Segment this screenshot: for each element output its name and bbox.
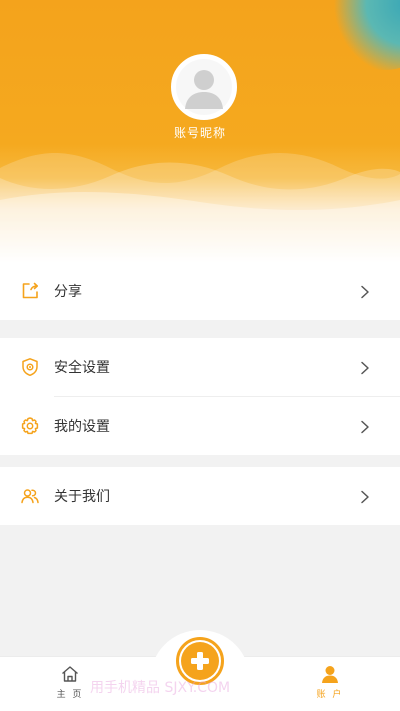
chevron-right-icon bbox=[358, 360, 372, 375]
people-icon bbox=[20, 486, 40, 506]
gear-icon bbox=[20, 416, 40, 436]
chevron-right-icon bbox=[358, 489, 372, 504]
chevron-right-icon bbox=[358, 419, 372, 434]
share-icon bbox=[20, 281, 40, 301]
tab-account-label: 账 户 bbox=[316, 690, 344, 700]
menu-item-label: 安全设置 bbox=[54, 360, 110, 376]
menu-item-label: 分享 bbox=[54, 284, 82, 300]
plus-icon bbox=[191, 652, 209, 670]
menu-group-about: 关于我们 bbox=[0, 467, 400, 525]
tab-account[interactable]: 账 户 bbox=[300, 663, 360, 700]
menu-item-security-settings[interactable]: 安全设置 bbox=[0, 338, 400, 396]
menu-group-settings: 安全设置 我的设置 bbox=[0, 338, 400, 455]
menu-item-about-us[interactable]: 关于我们 bbox=[0, 467, 400, 525]
menu-group-share: 分享 bbox=[0, 262, 400, 320]
shield-icon bbox=[20, 357, 40, 377]
menu-item-share[interactable]: 分享 bbox=[0, 262, 400, 320]
decorative-blob bbox=[330, 0, 400, 70]
menu-item-label: 我的设置 bbox=[54, 419, 110, 435]
chevron-right-icon bbox=[358, 284, 372, 299]
avatar[interactable] bbox=[171, 54, 237, 120]
watermark-text: 用手机精品 SJXY.COM bbox=[90, 680, 231, 696]
menu-item-my-settings[interactable]: 我的设置 bbox=[0, 397, 400, 455]
nickname-text[interactable]: 账号昵称 bbox=[0, 124, 400, 141]
menu-item-label: 关于我们 bbox=[54, 489, 110, 505]
account-icon bbox=[300, 663, 360, 685]
wave-decoration bbox=[0, 153, 400, 262]
profile-header: 账号昵称 bbox=[0, 0, 400, 262]
user-avatar-icon bbox=[176, 59, 232, 115]
